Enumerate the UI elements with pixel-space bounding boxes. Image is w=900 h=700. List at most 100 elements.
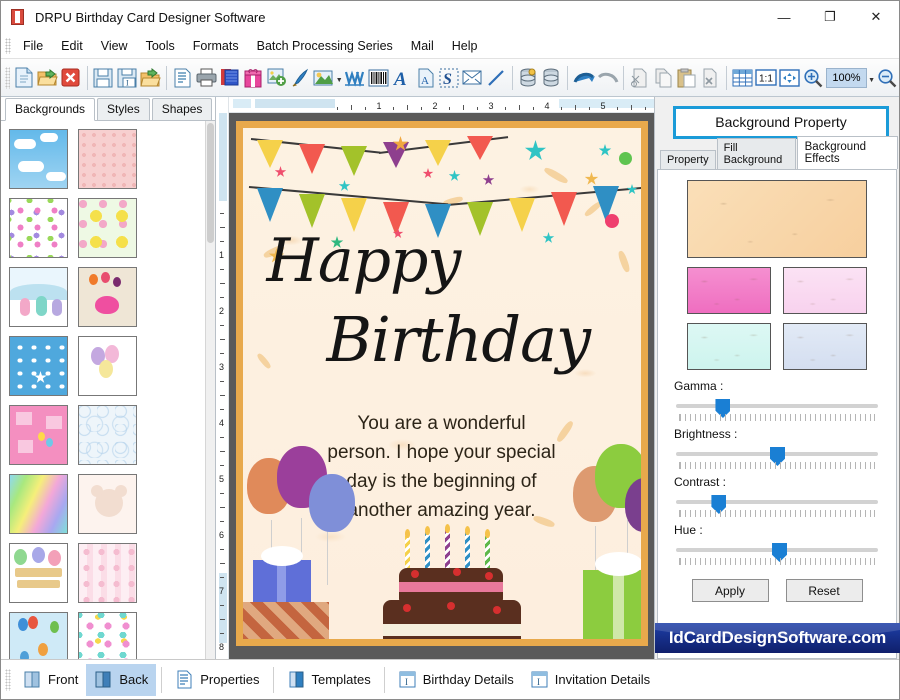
gift-icon[interactable] xyxy=(241,63,265,93)
colorful-flowers-background[interactable] xyxy=(9,198,68,258)
insert-image-icon[interactable] xyxy=(265,63,289,93)
print-icon[interactable] xyxy=(194,63,218,93)
zoom-out-icon[interactable] xyxy=(875,63,899,93)
bottom-item-front[interactable]: Front xyxy=(15,664,86,696)
design-canvas[interactable]: Happy Birthday You are a wonderful perso… xyxy=(229,113,654,659)
tab-background-effects[interactable]: Background Effects xyxy=(796,136,898,169)
cut-icon[interactable] xyxy=(628,63,652,93)
menu-view[interactable]: View xyxy=(92,36,137,56)
picture-dropdown-caret-icon[interactable]: ▼ xyxy=(335,63,343,93)
toolbar-separator xyxy=(726,65,728,90)
balloons-sky-background[interactable] xyxy=(9,612,68,659)
save-as-icon[interactable]: I xyxy=(115,63,139,93)
blue-stars-background[interactable] xyxy=(9,336,68,396)
close-document-icon[interactable] xyxy=(59,63,83,93)
tab-backgrounds[interactable]: Backgrounds xyxy=(5,98,96,121)
effect-preview-magenta[interactable] xyxy=(687,267,771,314)
undo-icon[interactable] xyxy=(572,63,596,93)
contrast-slider[interactable] xyxy=(676,495,878,517)
zoom-in-icon[interactable] xyxy=(802,63,826,93)
bubbles-background[interactable] xyxy=(78,405,137,465)
restore-button[interactable]: ❐ xyxy=(807,1,853,33)
apply-button[interactable]: Apply xyxy=(691,579,769,602)
left-panel-scrollbar[interactable] xyxy=(205,121,215,659)
tab-styles[interactable]: Styles xyxy=(97,98,150,120)
reset-button[interactable]: Reset xyxy=(785,579,863,602)
line-tool-icon[interactable] xyxy=(484,63,508,93)
open-folder-icon[interactable] xyxy=(36,63,60,93)
menu-edit[interactable]: Edit xyxy=(52,36,92,56)
barcode-icon[interactable] xyxy=(367,63,391,93)
zoom-dropdown-caret-icon[interactable]: ▼ xyxy=(868,63,876,93)
database-add-icon[interactable] xyxy=(516,63,540,93)
picture-shape-icon[interactable] xyxy=(312,63,336,93)
bottom-item-templates[interactable]: Templates xyxy=(279,664,379,696)
clouds-sky-background[interactable] xyxy=(9,129,68,189)
pen-icon[interactable] xyxy=(288,63,312,93)
bottom-item-back[interactable]: Back xyxy=(86,663,157,696)
menu-batch-processing-series[interactable]: Batch Processing Series xyxy=(248,36,402,56)
export-folder-icon[interactable] xyxy=(138,63,162,93)
effect-preview-light-pink[interactable] xyxy=(783,267,867,314)
happy-birthday-balloons-background[interactable] xyxy=(9,543,68,603)
tab-fill-background[interactable]: Fill Background xyxy=(716,138,796,169)
teddy-bear-background[interactable] xyxy=(78,474,137,534)
zoom-level-value[interactable]: 100% xyxy=(826,67,867,88)
gift-ribbon-green xyxy=(612,570,624,639)
minimize-button[interactable]: — xyxy=(761,1,807,33)
pastel-hearts-background[interactable] xyxy=(78,612,137,659)
text-tool-icon[interactable]: A xyxy=(390,63,414,93)
fit-page-icon[interactable] xyxy=(778,63,802,93)
hue-slider[interactable] xyxy=(676,543,878,565)
bottom-item-properties[interactable]: Properties xyxy=(167,664,267,696)
effect-preview-original[interactable] xyxy=(687,180,867,258)
bottom-separator xyxy=(272,666,274,693)
brightness-slider[interactable] xyxy=(676,447,878,469)
bottom-item-label: Invitation Details xyxy=(554,672,651,687)
menu-formats[interactable]: Formats xyxy=(184,36,248,56)
menu-tools[interactable]: Tools xyxy=(137,36,184,56)
rainbow-gradient-background[interactable] xyxy=(9,474,68,534)
bunting-flag xyxy=(550,192,577,226)
effect-preview-light-blue[interactable] xyxy=(783,323,867,370)
background-layers-icon[interactable] xyxy=(218,63,242,93)
menu-file[interactable]: File xyxy=(14,36,52,56)
card-greeting-line2[interactable]: Birthday xyxy=(327,303,592,376)
balloon-blue xyxy=(308,474,355,532)
database-icon[interactable] xyxy=(540,63,564,93)
save-icon[interactable] xyxy=(91,63,115,93)
decor-dot xyxy=(604,214,619,228)
birthday-card[interactable]: Happy Birthday You are a wonderful perso… xyxy=(235,121,648,646)
text-document-icon[interactable]: A xyxy=(414,63,438,93)
pink-party-gifts-background[interactable] xyxy=(9,405,68,465)
bottom-item-birthday-details[interactable]: I Birthday Details xyxy=(390,664,522,696)
scrollbar-thumb[interactable] xyxy=(207,123,214,243)
menu-mail[interactable]: Mail xyxy=(402,36,443,56)
tab-property[interactable]: Property xyxy=(660,150,716,169)
copy-icon[interactable] xyxy=(652,63,676,93)
card-properties-icon[interactable] xyxy=(171,63,195,93)
pastel-balloons-background[interactable] xyxy=(78,336,137,396)
pink-hearts-stripes-background[interactable] xyxy=(78,543,137,603)
effect-preview-cyan[interactable] xyxy=(687,323,771,370)
app-icon xyxy=(9,8,27,26)
yellow-daisies-background[interactable] xyxy=(78,198,137,258)
redo-icon[interactable] xyxy=(596,63,620,93)
tab-shapes[interactable]: Shapes xyxy=(151,98,213,120)
menu-help[interactable]: Help xyxy=(443,36,487,56)
gamma-slider[interactable] xyxy=(676,399,878,421)
close-button[interactable]: ✕ xyxy=(853,1,899,33)
watermark-text-icon[interactable] xyxy=(343,63,367,93)
delete-icon[interactable] xyxy=(699,63,723,93)
card-greeting-line1[interactable]: Happy xyxy=(267,226,462,296)
new-document-icon[interactable] xyxy=(12,63,36,93)
winter-snow-scene-background[interactable] xyxy=(9,267,68,327)
bird-with-balloons-background[interactable] xyxy=(78,267,137,327)
signature-icon[interactable]: S xyxy=(437,63,461,93)
mail-icon[interactable] xyxy=(461,63,485,93)
paste-icon[interactable] xyxy=(675,63,699,93)
grid-icon[interactable] xyxy=(731,63,755,93)
bottom-item-invitation-details[interactable]: I Invitation Details xyxy=(522,664,658,696)
actual-size-icon[interactable]: 1:1 xyxy=(755,63,779,93)
pink-hearts-texture-background[interactable] xyxy=(78,129,137,189)
